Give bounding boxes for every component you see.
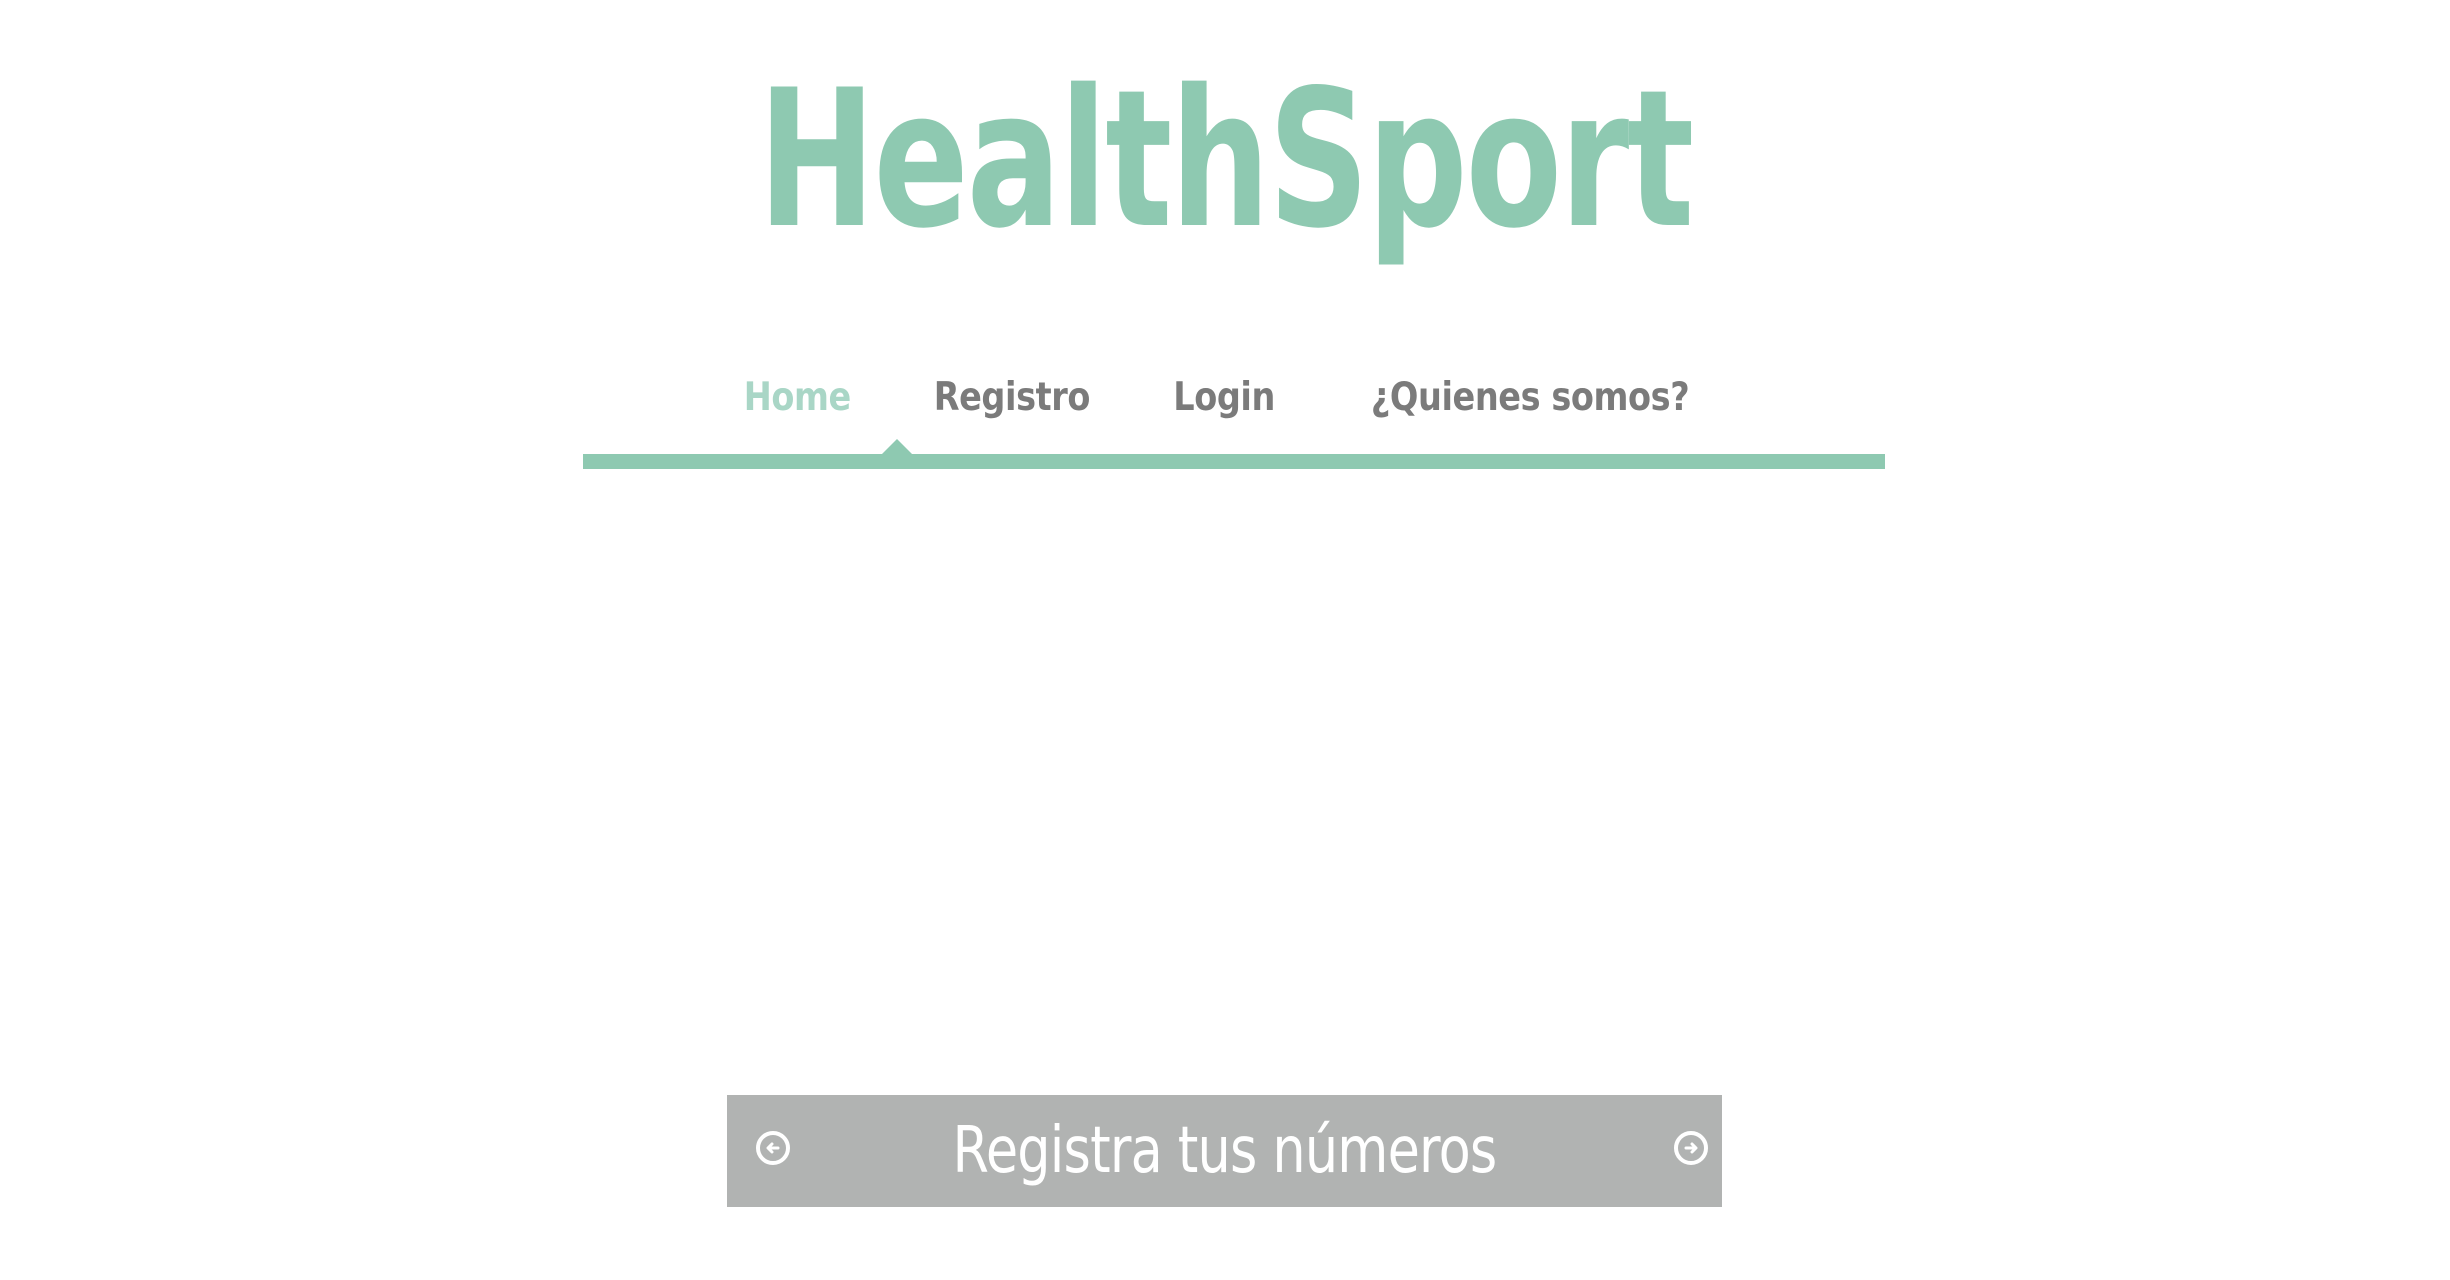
active-nav-pointer xyxy=(881,439,913,455)
page: HealthSport Home Registro Login ¿Quienes… xyxy=(0,0,2450,1280)
main-nav: Home Registro Login ¿Quienes somos? xyxy=(0,368,2450,428)
slider-prev-button[interactable] xyxy=(756,1131,790,1165)
nav-item-home[interactable]: Home xyxy=(743,368,851,428)
site-logo[interactable]: HealthSport xyxy=(319,40,2132,280)
arrow-right-circle-icon xyxy=(1684,1142,1698,1154)
nav-item-login[interactable]: Login xyxy=(1173,368,1275,428)
slider-next-button[interactable] xyxy=(1674,1131,1708,1165)
nav-item-registro[interactable]: Registro xyxy=(934,368,1091,428)
arrow-left-circle-icon xyxy=(766,1142,780,1154)
slider-caption: Registra tus números xyxy=(952,1114,1498,1188)
nav-underline-bar xyxy=(583,454,1885,469)
nav-item-quienes-somos[interactable]: ¿Quienes somos? xyxy=(1371,368,1690,428)
